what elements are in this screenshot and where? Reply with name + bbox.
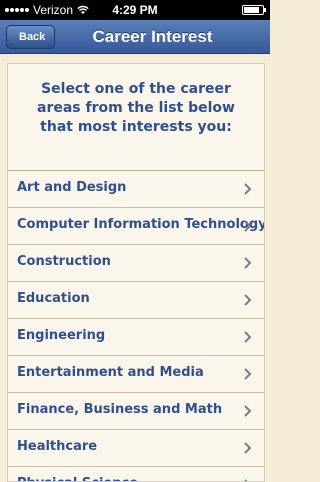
career-area-label: Art and Design (17, 180, 127, 195)
page-title: Career Interest (92, 27, 213, 46)
chevron-right-icon (244, 183, 252, 195)
chevron-right-icon (244, 257, 252, 269)
career-area-item[interactable]: Computer Information Technology (8, 207, 264, 244)
career-area-item[interactable]: Entertainment and Media (8, 355, 264, 392)
chevron-right-icon (244, 331, 252, 343)
back-button[interactable]: Back (6, 25, 56, 49)
career-area-item[interactable]: Art and Design (8, 170, 264, 207)
career-area-label: Entertainment and Media (17, 365, 204, 380)
career-area-item[interactable]: Engineering (8, 318, 264, 355)
career-area-item[interactable]: Healthcare (8, 429, 264, 466)
content-panel: Select one of the career areas from the … (7, 63, 265, 482)
career-area-label: Finance, Business and Math (17, 402, 223, 417)
career-area-list: Art and Design Computer Information Techn… (8, 170, 264, 481)
chevron-right-icon (244, 294, 252, 306)
chevron-right-icon (244, 220, 252, 232)
career-area-item[interactable]: Construction (8, 244, 264, 281)
chevron-right-icon (244, 368, 252, 380)
intro-text: Select one of the career areas from the … (37, 81, 235, 135)
career-area-label: Computer Information Technology (17, 217, 265, 232)
career-area-label: Construction (17, 254, 111, 269)
chevron-right-icon (244, 405, 252, 417)
career-area-item[interactable]: Education (8, 281, 264, 318)
career-area-label: Physical Science (17, 476, 138, 481)
chevron-right-icon (244, 442, 252, 454)
navigation-bar: Back Career Interest (0, 20, 270, 54)
battery-icon (242, 5, 266, 15)
career-area-label: Education (17, 291, 90, 306)
career-area-label: Engineering (17, 328, 106, 343)
career-area-label: Healthcare (17, 439, 98, 454)
status-time: 4:29 PM (112, 3, 158, 17)
battery-level-fill (244, 7, 260, 13)
status-bar: Verizon 4:29 PM (0, 0, 270, 20)
career-area-item[interactable]: Finance, Business and Math (8, 392, 264, 429)
